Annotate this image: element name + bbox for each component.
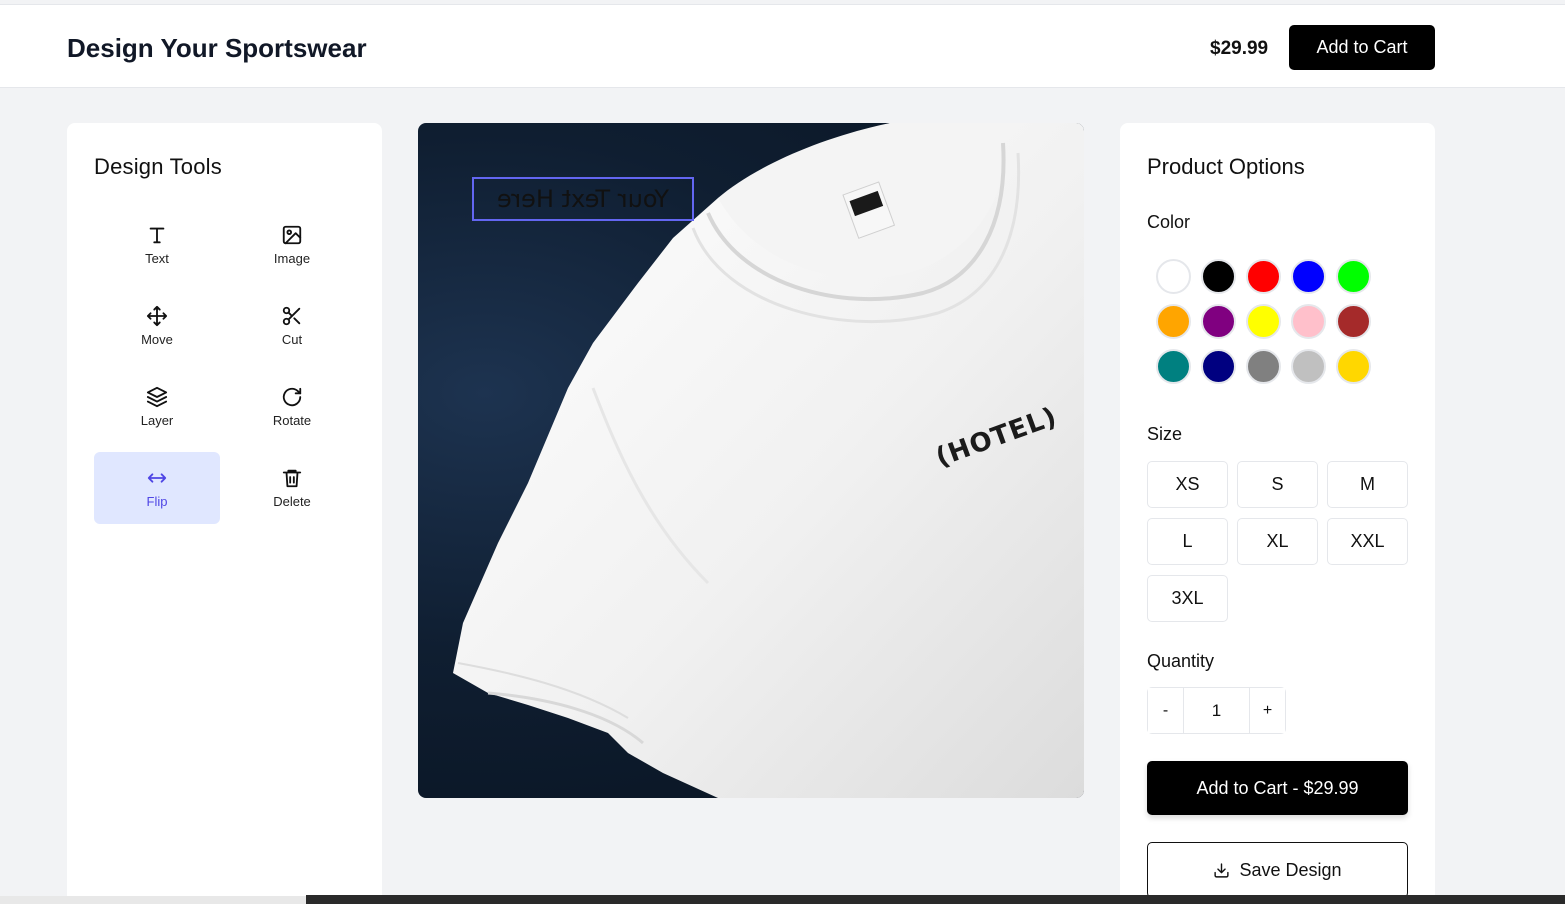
size-button-xs[interactable]: XS <box>1147 461 1228 508</box>
tool-layer[interactable]: Layer <box>94 371 220 443</box>
tool-flip[interactable]: Flip <box>94 452 220 524</box>
tool-cut[interactable]: Cut <box>229 290 355 362</box>
tool-delete[interactable]: Delete <box>229 452 355 524</box>
image-icon <box>282 225 302 245</box>
size-button-s[interactable]: S <box>1237 461 1318 508</box>
color-swatch-black[interactable] <box>1201 259 1236 294</box>
text-icon <box>149 227 165 244</box>
color-swatch-brown[interactable] <box>1336 304 1371 339</box>
size-label: Size <box>1147 424 1183 444</box>
layers-icon <box>146 386 168 408</box>
color-swatch-teal[interactable] <box>1156 349 1191 384</box>
taskbar-strip <box>306 895 1565 904</box>
product-options-panel: Product Options Color Size XS S M L XL X… <box>1120 123 1435 904</box>
page-title: Design Your Sportswear <box>67 33 367 63</box>
design-tools-panel: Design Tools Text Image Move Cut Layer R… <box>67 123 382 904</box>
design-canvas[interactable]: (HOTEL) Your Text Here <box>418 123 1084 798</box>
color-swatch-gray[interactable] <box>1246 349 1281 384</box>
tool-grid: Text Image Move Cut Layer Rotate Flip De… <box>94 209 356 524</box>
color-swatches <box>1156 259 1371 384</box>
tool-layer-label: Layer <box>140 413 174 428</box>
color-swatch-white[interactable] <box>1156 259 1191 294</box>
tool-text-label: Text <box>145 251 169 266</box>
color-swatch-navy[interactable] <box>1201 349 1236 384</box>
download-icon <box>1214 862 1230 878</box>
header-price: $29.99 <box>1210 38 1269 59</box>
tool-move[interactable]: Move <box>94 290 220 362</box>
trash-icon <box>282 469 302 488</box>
color-label: Color <box>1147 212 1191 232</box>
color-swatch-orange[interactable] <box>1156 304 1191 339</box>
product-options-title: Product Options <box>1147 154 1305 179</box>
color-swatch-pink[interactable] <box>1291 304 1326 339</box>
tool-image[interactable]: Image <box>229 209 355 281</box>
text-layer-selection[interactable]: Your Text Here <box>472 177 694 221</box>
tool-cut-label: Cut <box>281 332 303 347</box>
quantity-increment-button[interactable]: + <box>1250 688 1285 733</box>
tool-rotate-label: Rotate <box>272 413 312 428</box>
quantity-label: Quantity <box>1147 651 1215 671</box>
quantity-decrement-button[interactable]: - <box>1148 688 1183 733</box>
color-swatch-gold[interactable] <box>1336 349 1371 384</box>
scissors-icon <box>282 306 301 326</box>
tool-image-label: Image <box>273 251 311 266</box>
flipped-text-layer[interactable]: Your Text Here <box>474 179 692 219</box>
color-swatch-red[interactable] <box>1246 259 1281 294</box>
flip-icon <box>147 473 167 483</box>
size-options: XS S M L XL XXL 3XL <box>1147 461 1408 622</box>
color-swatch-purple[interactable] <box>1201 304 1236 339</box>
move-icon <box>146 305 168 327</box>
rotate-icon <box>282 387 302 407</box>
save-design-label: Save Design <box>1239 859 1342 880</box>
top-header: Design Your Sportswear $29.99 Add to Car… <box>0 4 1565 88</box>
size-button-3xl[interactable]: 3XL <box>1147 575 1228 622</box>
tool-move-label: Move <box>141 332 173 347</box>
design-tools-title: Design Tools <box>94 154 222 179</box>
tool-rotate[interactable]: Rotate <box>229 371 355 443</box>
color-swatch-blue[interactable] <box>1291 259 1326 294</box>
size-button-l[interactable]: L <box>1147 518 1228 565</box>
tshirt-image <box>453 123 1084 798</box>
window-bottom-edge <box>0 896 306 904</box>
color-swatch-yellow[interactable] <box>1246 304 1281 339</box>
header-add-to-cart-button[interactable]: Add to Cart <box>1289 25 1435 70</box>
tool-flip-label: Flip <box>146 494 168 509</box>
size-button-xxl[interactable]: XXL <box>1327 518 1408 565</box>
color-swatch-silver[interactable] <box>1291 349 1326 384</box>
tool-text[interactable]: Text <box>94 209 220 281</box>
size-button-xl[interactable]: XL <box>1237 518 1318 565</box>
quantity-stepper: - 1 + <box>1147 687 1286 734</box>
save-design-button[interactable]: Save Design <box>1147 842 1408 898</box>
quantity-value[interactable]: 1 <box>1183 688 1250 733</box>
add-to-cart-button[interactable]: Add to Cart - $29.99 <box>1147 761 1408 815</box>
color-swatch-green[interactable] <box>1336 259 1371 294</box>
tool-delete-label: Delete <box>273 494 311 509</box>
size-button-m[interactable]: M <box>1327 461 1408 508</box>
